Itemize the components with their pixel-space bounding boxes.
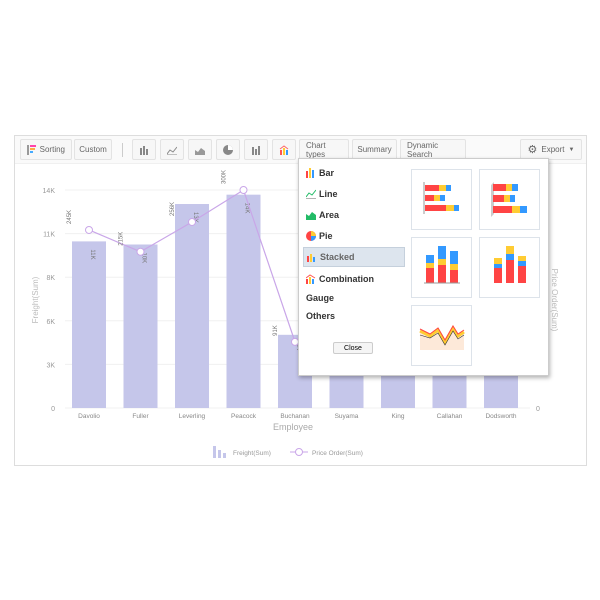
bar-data-label: 11K bbox=[89, 249, 95, 259]
stacked-bar-horizontal-3d-icon bbox=[491, 182, 527, 217]
line-data-label: 256K bbox=[170, 202, 176, 216]
y-tick-label: 0 bbox=[51, 406, 55, 413]
line-point bbox=[136, 247, 145, 256]
x-axis-title: Employee bbox=[273, 422, 313, 432]
x-tick-label: Davolio bbox=[78, 413, 100, 420]
chart-type-others[interactable]: Others bbox=[303, 306, 405, 326]
combination-icon bbox=[306, 274, 316, 284]
x-tick-label: Suyama bbox=[335, 413, 359, 420]
legend-freight: Freight(Sum) bbox=[233, 450, 271, 457]
x-tick-label: King bbox=[391, 413, 404, 420]
line-point bbox=[239, 186, 248, 194]
area-icon bbox=[306, 212, 316, 220]
chart-type-label: Combination bbox=[319, 274, 374, 284]
stacked-column-icon bbox=[424, 246, 460, 284]
x-tick-label: Fuller bbox=[132, 413, 149, 420]
chart-types-popup: Bar Line Area Pie Stacked Combination Gauge Oth… bbox=[298, 158, 549, 376]
chart-type-combination[interactable]: Combination bbox=[303, 269, 405, 289]
bar bbox=[72, 241, 106, 408]
bar bbox=[123, 244, 158, 408]
pie-icon bbox=[306, 231, 316, 241]
chart-type-bar[interactable]: Bar bbox=[303, 163, 405, 183]
y-tick-label: 11K bbox=[43, 232, 55, 239]
y-axis-title: Freight(Sum) bbox=[31, 276, 40, 323]
line-data-label: 91K bbox=[273, 325, 279, 336]
chart-type-label: Pie bbox=[319, 231, 333, 241]
y2-axis-title: Price Order(Sum) bbox=[550, 269, 559, 332]
stacked-icon bbox=[307, 254, 315, 262]
stacked-bar-horizontal-icon bbox=[423, 182, 459, 214]
line-point bbox=[188, 217, 196, 226]
chart-type-label: Stacked bbox=[320, 252, 355, 262]
legend-bar-icon bbox=[223, 453, 226, 458]
line-data-label: 215K bbox=[119, 232, 125, 246]
thumbnail-stacked-column[interactable] bbox=[411, 237, 472, 298]
stacked-column-3d-icon bbox=[494, 246, 526, 283]
y-tick-label: 14K bbox=[43, 188, 56, 195]
close-button[interactable]: Close bbox=[333, 342, 373, 354]
legend-line-icon bbox=[295, 448, 303, 456]
y-tick-label: 8K bbox=[46, 275, 55, 282]
chart-type-pie[interactable]: Pie bbox=[303, 226, 405, 246]
x-tick-label: Callahan bbox=[437, 413, 463, 420]
line-data-label: 245K bbox=[67, 210, 73, 224]
stacked-area-icon bbox=[419, 325, 465, 350]
line-point bbox=[85, 225, 93, 234]
y-tick-label: 3K bbox=[46, 362, 55, 369]
chart-type-stacked[interactable]: Stacked bbox=[303, 247, 405, 267]
thumbnail-stacked-bar-horizontal[interactable] bbox=[411, 169, 472, 230]
bar-icon bbox=[306, 168, 314, 178]
thumbnail-stacked-bar-horizontal-3d[interactable] bbox=[479, 169, 540, 230]
y2-tick-label: 0 bbox=[536, 406, 540, 413]
line-icon bbox=[306, 189, 316, 199]
chart-type-gauge[interactable]: Gauge bbox=[303, 288, 405, 308]
bar bbox=[175, 204, 209, 408]
x-tick-label: Leverling bbox=[179, 413, 206, 420]
x-tick-label: Peacock bbox=[231, 413, 257, 420]
line-data-label: 300K bbox=[222, 170, 228, 184]
chart-type-label: Gauge bbox=[306, 293, 335, 303]
chart-type-label: Others bbox=[306, 311, 336, 321]
legend-bar-icon bbox=[218, 450, 221, 458]
chart-type-label: Bar bbox=[319, 168, 335, 178]
x-tick-label: Buchanan bbox=[280, 413, 310, 420]
legend-bar-icon bbox=[213, 446, 216, 458]
thumbnail-stacked-column-3d[interactable] bbox=[479, 237, 540, 298]
x-tick-label: Dodsworth bbox=[485, 413, 516, 420]
chart-type-area[interactable]: Area bbox=[303, 205, 405, 225]
legend-price-order: Price Order(Sum) bbox=[312, 450, 363, 457]
chart-type-label: Line bbox=[319, 189, 338, 199]
thumbnail-stacked-area[interactable] bbox=[411, 305, 472, 366]
y-tick-label: 6K bbox=[46, 319, 55, 326]
chart-type-line[interactable]: Line bbox=[303, 184, 405, 204]
chart-type-label: Area bbox=[319, 210, 340, 220]
